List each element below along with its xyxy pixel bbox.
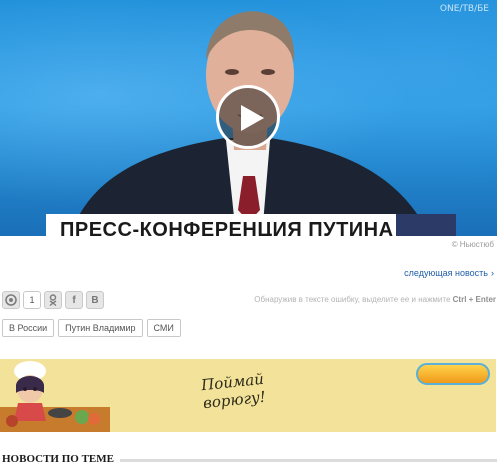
game-logo xyxy=(416,363,490,385)
odnoklassniki-icon[interactable] xyxy=(44,291,62,309)
tag-putin[interactable]: Путин Владимир xyxy=(58,319,143,337)
vk-icon[interactable]: В xyxy=(86,291,104,309)
ad-slogan: Поймай ворюгу! xyxy=(200,370,266,412)
video-watermark: ONE/ТВ/БЕ xyxy=(439,4,489,14)
tag-media[interactable]: СМИ xyxy=(146,319,181,337)
play-button[interactable] xyxy=(216,85,280,149)
related-news-title: НОВОСТИ ПО ТЕМЕ xyxy=(2,453,120,465)
chef-character-illustration xyxy=(0,361,110,432)
chevron-right-icon: › xyxy=(491,268,494,278)
video-player[interactable]: ONE/ТВ/БЕ ПРЕСС-КОНФЕРЕНЦИЯ ПУТИНА xyxy=(0,0,497,236)
social-share-bar: 1 f В xyxy=(2,291,104,309)
error-report-hint: Обнаружив в тексте ошибку, выделите ее и… xyxy=(254,295,496,304)
video-caption-banner: ПРЕСС-КОНФЕРЕНЦИЯ ПУТИНА xyxy=(46,214,402,236)
error-hint-keys: Ctrl + Enter xyxy=(452,295,496,304)
facebook-icon[interactable]: f xyxy=(65,291,83,309)
error-hint-text: Обнаружив в тексте ошибку, выделите ее и… xyxy=(254,295,453,304)
next-news-label: следующая новость xyxy=(404,268,488,278)
photo-credit: © Ньюстюб xyxy=(451,240,494,249)
video-caption-text: ПРЕСС-КОНФЕРЕНЦИЯ ПУТИНА xyxy=(60,219,394,236)
next-news-link[interactable]: следующая новость › xyxy=(404,268,494,278)
share-count: 1 xyxy=(23,291,41,309)
tag-list: В России Путин Владимир СМИ xyxy=(2,319,181,337)
share-icon[interactable] xyxy=(2,291,20,309)
banner-accent xyxy=(396,214,456,236)
advertisement-banner[interactable]: Поймай ворюгу! xyxy=(0,359,496,432)
play-icon xyxy=(241,105,264,131)
related-news-header: НОВОСТИ ПО ТЕМЕ xyxy=(0,453,497,467)
section-divider xyxy=(120,459,497,462)
tag-russia[interactable]: В России xyxy=(2,319,55,337)
